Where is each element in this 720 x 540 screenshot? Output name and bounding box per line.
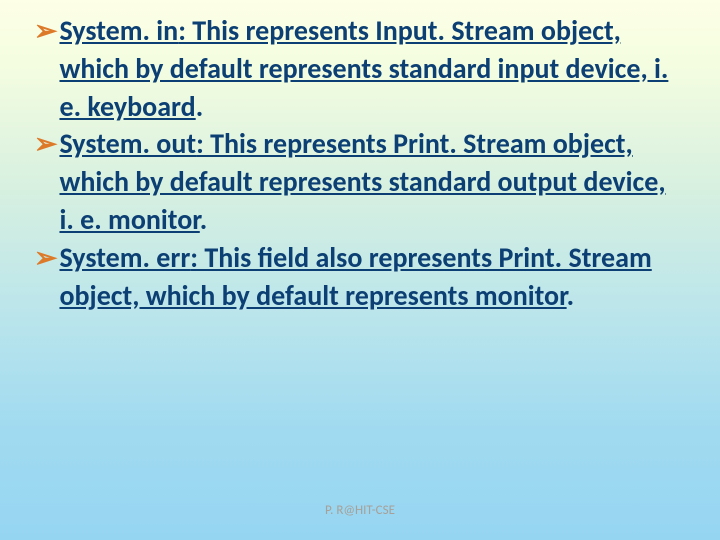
list-item-text: System. out: This represents Print. Stre…	[59, 125, 686, 238]
list-item-text: System. err: This field also represents …	[59, 239, 686, 315]
period: .	[567, 278, 574, 313]
list-item: ➢ System. err: This field also represent…	[34, 239, 686, 315]
footer-text: P. R@HIT-CSE	[0, 503, 720, 518]
term: System. out	[59, 126, 196, 161]
list-item: ➢ System. in: This represents Input. Str…	[34, 12, 686, 125]
slide: ➢ System. in: This represents Input. Str…	[0, 0, 720, 540]
period: .	[200, 202, 207, 237]
term: System. in	[59, 13, 178, 48]
list-item-text: System. in: This represents Input. Strea…	[59, 12, 686, 125]
list-item: ➢ System. out: This represents Print. St…	[34, 125, 686, 238]
bullet-icon: ➢	[34, 12, 57, 50]
bullet-icon: ➢	[34, 125, 57, 163]
period: .	[196, 89, 203, 124]
content-block: ➢ System. in: This represents Input. Str…	[34, 12, 686, 314]
bullet-icon: ➢	[34, 239, 57, 277]
term: System. err	[59, 240, 190, 275]
